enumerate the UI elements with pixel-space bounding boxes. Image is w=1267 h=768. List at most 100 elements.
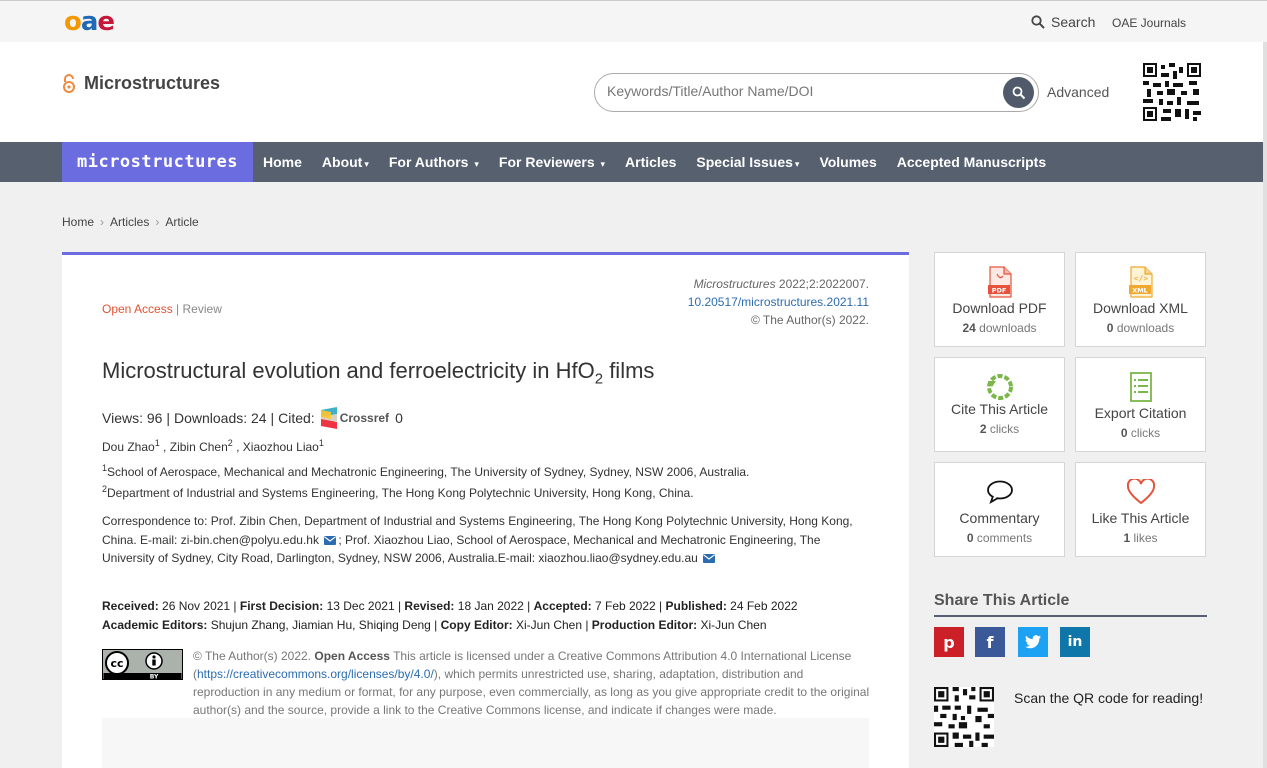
article-stats: Views: 96 | Downloads: 24 | Cited: Cross… — [102, 407, 403, 429]
nav-label: For Authors — [388, 154, 469, 170]
nav-item-special-issues[interactable]: Special Issues ▾ — [686, 142, 809, 182]
cc-by-license-icon[interactable]: cc BY — [102, 649, 183, 680]
journal-brand[interactable]: Microstructures — [62, 73, 220, 94]
tile-label: Export Citation — [1094, 405, 1187, 421]
editor-value: Xi-Jun Chen | — [512, 617, 592, 632]
author-name[interactable]: Xiaozhou Liao — [243, 440, 319, 454]
search-icon — [1031, 15, 1045, 29]
commentary-tile[interactable]: Commentary 0 comments — [934, 462, 1065, 557]
nav-label: For Reviewers — [498, 154, 595, 170]
count-unit: downloads — [975, 321, 1037, 335]
pdf-file-icon: PDF — [987, 266, 1012, 298]
twitter-icon — [1025, 635, 1041, 649]
nav-journal-logo[interactable]: microstructures — [62, 142, 253, 182]
nav-item-for-reviewers[interactable]: For Reviewers ▾ — [489, 142, 615, 182]
count-unit: likes — [1130, 531, 1158, 545]
tile-label: Download XML — [1093, 300, 1188, 316]
author-affil-mark: 1 — [154, 438, 160, 448]
like-article-tile[interactable]: Like This Article 1 likes — [1075, 462, 1206, 557]
qr-caption: Scan the QR code for reading! — [1014, 690, 1204, 706]
affil-text: School of Aerospace, Mechanical and Mech… — [107, 465, 750, 479]
author-name[interactable]: Dou Zhao — [102, 440, 155, 454]
top-search-link[interactable]: Search — [1031, 14, 1095, 30]
journal-ref-detail: 2022;2:2022007. — [775, 277, 869, 291]
advanced-search-link[interactable]: Advanced — [1047, 84, 1109, 100]
breadcrumb-home[interactable]: Home — [62, 215, 94, 229]
doi-link[interactable]: 10.20517/microstructures.2021.11 — [688, 293, 869, 311]
oae-journals-link[interactable]: OAE Journals — [1112, 16, 1186, 30]
breadcrumb-articles[interactable]: Articles — [110, 215, 149, 229]
share-facebook-button[interactable]: f — [975, 627, 1005, 657]
editor-value: Xi-Jun Chen — [697, 617, 767, 632]
article-dates: Received: 26 Nov 2021 | First Decision: … — [102, 597, 882, 634]
journal-name: Microstructures — [84, 73, 221, 93]
affiliation-2: 2Department of Industrial and Systems En… — [102, 484, 694, 500]
author-list: Dou Zhao1 , Zibin Chen2 , Xiaozhou Liao1 — [102, 438, 324, 454]
editor-label: Academic Editors: — [102, 617, 208, 632]
share-twitter-button[interactable] — [1018, 627, 1048, 657]
xml-icon-label: XML — [1132, 287, 1148, 295]
main-nav: microstructures Home About ▾ For Authors … — [0, 142, 1267, 182]
export-citation-tile[interactable]: Export Citation 0 clicks — [1075, 357, 1206, 452]
license-link[interactable]: https://creativecommons.org/licenses/by/… — [197, 667, 434, 681]
search-button[interactable] — [1003, 77, 1034, 108]
author-affil-mark: 2 — [227, 438, 233, 448]
nav-label: Special Issues — [696, 154, 793, 170]
cc-mark: cc — [110, 657, 123, 670]
count-number: 0 — [1120, 426, 1128, 440]
citation-info: Microstructures 2022;2:2022007. 10.20517… — [688, 275, 869, 329]
nav-item-accepted-manuscripts[interactable]: Accepted Manuscripts — [887, 142, 1056, 182]
nav-item-home[interactable]: Home — [253, 142, 312, 182]
share-linkedin-button[interactable]: in — [1060, 627, 1090, 657]
open-access-lock-icon — [63, 73, 75, 93]
cite-article-tile[interactable]: Cite This Article 2 clicks — [934, 357, 1065, 452]
download-xml-tile[interactable]: XML </> Download XML 0 downloads — [1075, 252, 1206, 347]
search-input[interactable] — [607, 83, 987, 99]
correspondence: Correspondence to: Prof. Zibin Chen, Dep… — [102, 512, 862, 568]
by-mark: BY — [150, 674, 159, 681]
nav-item-about[interactable]: About ▾ — [312, 142, 379, 182]
nav-label: About — [321, 154, 363, 170]
license-open-access: Open Access — [314, 649, 390, 663]
qr-code-icon — [934, 687, 994, 747]
nav-item-volumes[interactable]: Volumes — [809, 142, 886, 182]
nav-item-for-authors[interactable]: For Authors ▾ — [379, 142, 489, 182]
tile-count: 0 downloads — [1076, 321, 1205, 335]
pinterest-icon: p — [943, 632, 955, 652]
count-unit: clicks — [986, 422, 1020, 436]
downloads-count: Downloads: 24 | — [173, 410, 275, 426]
date-label: Revised: — [404, 599, 455, 613]
mail-icon[interactable] — [324, 535, 337, 545]
share-pinterest-button[interactable]: p — [934, 627, 964, 657]
nav-label: Home — [263, 154, 302, 170]
tile-count: 0 clicks — [1076, 426, 1205, 440]
count-unit: downloads — [1113, 321, 1175, 335]
tile-label: Download PDF — [952, 300, 1047, 316]
cited-count: 0 — [395, 410, 403, 426]
tile-count: 1 likes — [1076, 531, 1205, 545]
editor-label: Production Editor: — [591, 617, 698, 632]
cite-refresh-icon — [986, 374, 1013, 400]
download-pdf-tile[interactable]: PDF Download PDF 24 downloads — [934, 252, 1065, 347]
svg-text:</>: </> — [1133, 274, 1148, 283]
article-panel: Open Access | Review Microstructures 202… — [62, 252, 909, 768]
crossref-badge[interactable]: Crossref — [320, 407, 389, 429]
tile-count: 2 clicks — [935, 422, 1064, 436]
date-value: 7 Feb 2022 | — [591, 599, 666, 613]
crossref-logo-icon — [320, 407, 337, 429]
nav-item-articles[interactable]: Articles — [615, 142, 686, 182]
mail-icon[interactable] — [703, 554, 716, 564]
nav-label: Articles — [625, 154, 677, 170]
page-scrollbar[interactable] — [1263, 42, 1267, 768]
count-number: 2 — [979, 422, 987, 436]
copyright-line: © The Author(s) 2022. — [750, 313, 869, 327]
breadcrumb-article: Article — [165, 215, 199, 229]
author-name[interactable]: Zibin Chen — [170, 440, 228, 454]
tile-count: 0 comments — [935, 531, 1064, 545]
date-value: 24 Feb 2022 — [726, 599, 798, 613]
linkedin-icon: in — [1067, 634, 1083, 650]
title-end: films — [603, 358, 655, 383]
oae-logo[interactable]: oae — [64, 9, 115, 35]
date-label: Received: — [102, 599, 159, 613]
open-access-label: Open Access — [102, 302, 173, 316]
